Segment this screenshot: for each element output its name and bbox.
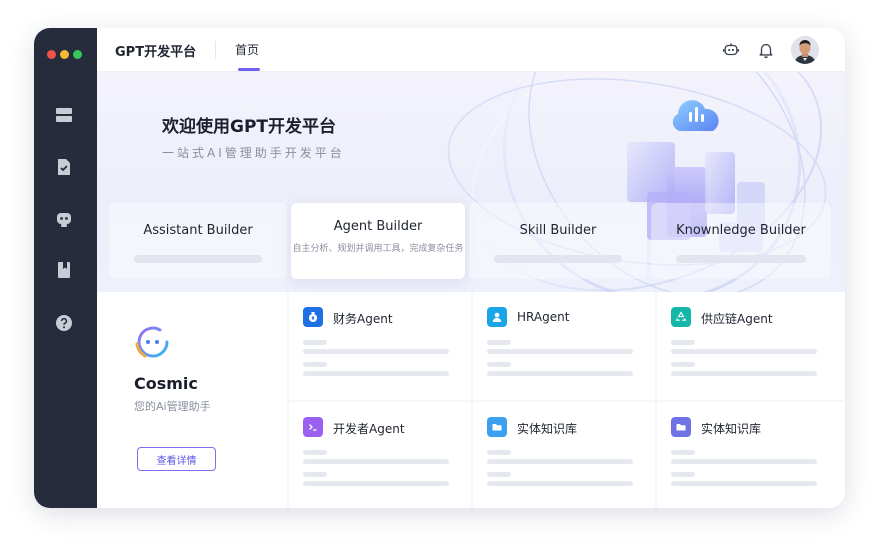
- agent-content: Cosmic 您的Ai管理助手 查看详情 财务Agent HRAgent 供应链…: [97, 292, 845, 508]
- agent-card-entity-knowledge[interactable]: 实体知识库: [473, 402, 655, 508]
- placeholder-bar: [303, 362, 327, 367]
- minimize-window-dot[interactable]: [60, 50, 69, 59]
- builder-label: Skill Builder: [519, 223, 597, 238]
- builder-description: 自主分析、规划并调用工具，完成复杂任务: [292, 244, 464, 254]
- placeholder-bar: [671, 362, 695, 367]
- main-area: GPT开发平台 首页 欢迎使用GPT开发平台 一站式AI管理助手开发平台 Ass…: [97, 28, 845, 508]
- close-window-dot[interactable]: [47, 50, 56, 59]
- cosmic-logo-icon: [135, 326, 169, 358]
- placeholder-bar: [487, 472, 511, 477]
- placeholder-bar: [303, 349, 449, 354]
- agent-name: 财务Agent: [333, 312, 393, 326]
- avatar[interactable]: [791, 36, 819, 64]
- folder-icon: [487, 417, 507, 437]
- placeholder-bar: [487, 371, 633, 376]
- active-tab-indicator: [238, 68, 260, 71]
- placeholder-bar: [487, 362, 511, 367]
- tab-agent-builder[interactable]: Agent Builder 自主分析、规划并调用工具，完成复杂任务: [291, 203, 465, 279]
- top-bar: GPT开发平台 首页: [97, 28, 845, 72]
- bookmark-book-icon[interactable]: [53, 259, 75, 281]
- tab-skill-builder[interactable]: Skill Builder: [469, 203, 647, 279]
- builder-label: Assistant Builder: [143, 223, 253, 238]
- agent-name: HRAgent: [517, 310, 570, 324]
- agent-name: 开发者Agent: [333, 422, 405, 436]
- bell-icon[interactable]: [755, 39, 777, 61]
- title-divider: [215, 41, 216, 59]
- agent-card-finance[interactable]: 财务Agent: [289, 292, 471, 400]
- placeholder-bar: [487, 340, 511, 345]
- view-details-button[interactable]: 查看详情: [137, 447, 216, 471]
- maximize-window-dot[interactable]: [73, 50, 82, 59]
- window-controls: [47, 50, 82, 59]
- builder-label: Agent Builder: [333, 219, 423, 234]
- tab-home[interactable]: 首页: [235, 41, 259, 58]
- placeholder-bar: [134, 255, 262, 263]
- folder-icon: [671, 417, 691, 437]
- agent-name: 供应链Agent: [701, 312, 773, 326]
- agent-name: 实体知识库: [701, 422, 762, 436]
- hero-title: 欢迎使用GPT开发平台: [162, 117, 337, 137]
- agent-card-supply-chain[interactable]: 供应链Agent: [657, 292, 845, 400]
- agent-name: 实体知识库: [517, 422, 578, 436]
- placeholder-bar: [671, 371, 817, 376]
- tab-assistant-builder[interactable]: Assistant Builder: [109, 203, 287, 279]
- robot-icon[interactable]: [720, 39, 742, 61]
- placeholder-bar: [676, 255, 806, 263]
- placeholder-bar: [494, 255, 622, 263]
- money-bag-icon: [303, 307, 323, 327]
- agent-card-hr[interactable]: HRAgent: [473, 292, 655, 400]
- placeholder-bar: [487, 349, 633, 354]
- placeholder-bar: [671, 349, 817, 354]
- placeholder-bar: [487, 459, 633, 464]
- server-icon[interactable]: [53, 104, 75, 126]
- agent-card-developer[interactable]: 开发者Agent: [289, 402, 471, 508]
- placeholder-bar: [303, 340, 327, 345]
- app-title: GPT开发平台: [115, 45, 197, 60]
- robot-icon[interactable]: [53, 208, 75, 230]
- sidebar: [34, 28, 97, 508]
- cosmic-panel: Cosmic 您的Ai管理助手 查看详情: [97, 292, 287, 508]
- cosmic-subtitle: 您的Ai管理助手: [134, 400, 211, 413]
- builder-label: Knownledge Builder: [676, 223, 806, 238]
- placeholder-bar: [671, 340, 695, 345]
- placeholder-bar: [671, 450, 695, 455]
- placeholder-bar: [671, 459, 817, 464]
- placeholder-bar: [303, 481, 449, 486]
- placeholder-bar: [671, 481, 817, 486]
- cosmic-name: Cosmic: [134, 374, 198, 393]
- placeholder-bar: [487, 450, 511, 455]
- tab-knowledge-builder[interactable]: Knownledge Builder: [651, 203, 831, 279]
- hero-subtitle: 一站式AI管理助手开发平台: [162, 146, 345, 160]
- app-window: GPT开发平台 首页 欢迎使用GPT开发平台 一站式AI管理助手开发平台 Ass…: [34, 28, 845, 508]
- placeholder-bar: [303, 450, 327, 455]
- agent-card-entity-knowledge-2[interactable]: 实体知识库: [657, 402, 845, 508]
- document-check-icon[interactable]: [53, 156, 75, 178]
- help-icon[interactable]: [53, 312, 75, 334]
- placeholder-bar: [303, 472, 327, 477]
- placeholder-bar: [487, 481, 633, 486]
- person-icon: [487, 307, 507, 327]
- placeholder-bar: [303, 371, 449, 376]
- placeholder-bar: [303, 459, 449, 464]
- terminal-icon: [303, 417, 323, 437]
- recycle-icon: [671, 307, 691, 327]
- placeholder-bar: [671, 472, 695, 477]
